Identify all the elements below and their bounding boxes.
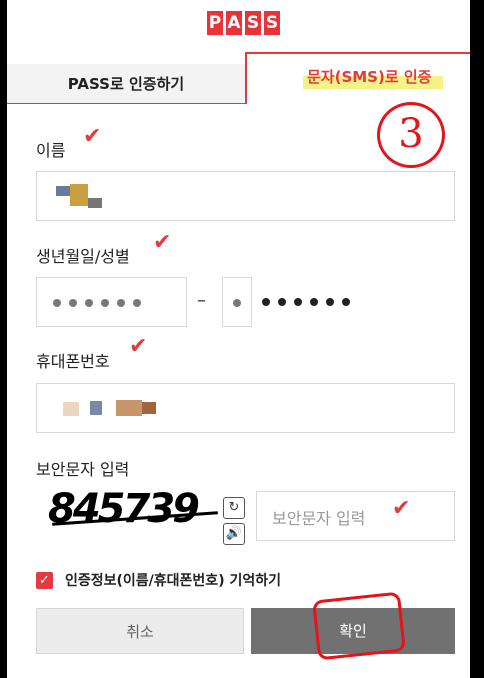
auth-tabs: PASS로 인증하기 문자(SMS)로 인증: [7, 52, 470, 104]
tab-sms-auth[interactable]: 문자(SMS)로 인증: [245, 52, 470, 104]
remember-label: 인증정보(이름/휴대폰번호) 기억하기: [65, 573, 281, 589]
annotation-step-number: 3: [377, 102, 445, 168]
captcha-placeholder: 보안문자 입력: [272, 509, 366, 528]
masked-dots: [233, 299, 241, 307]
remember-info[interactable]: ✓ 인증정보(이름/휴대폰번호) 기억하기: [36, 570, 281, 590]
logo-letter: S: [245, 11, 261, 35]
pass-logo: P A S S: [207, 11, 280, 35]
cancel-button[interactable]: 취소: [36, 608, 244, 654]
captcha-code: 845739: [48, 486, 200, 532]
captcha-image: 845739: [48, 486, 218, 544]
logo-letter: S: [264, 11, 280, 35]
tab-sms-auth-label: 문자(SMS)로 인증: [307, 68, 432, 86]
captcha-input[interactable]: 보안문자 입력: [256, 491, 455, 541]
logo-letter: P: [207, 11, 223, 35]
speaker-icon[interactable]: 🔊: [223, 523, 245, 545]
masked-text: [63, 402, 79, 416]
masked-dots: [53, 299, 141, 307]
checkmark-icon: ✔: [392, 496, 411, 521]
phone-input[interactable]: [36, 383, 455, 433]
masked-text: [116, 400, 142, 416]
birth-gender-label: 생년월일/성별: [36, 247, 130, 266]
masked-text: [56, 186, 70, 196]
masked-text: [142, 402, 156, 414]
pass-auth-window: P A S S PASS로 인증하기 문자(SMS)로 인증 3 이름 ✔ 생년…: [7, 0, 470, 678]
birth-date-input[interactable]: [36, 277, 187, 327]
checkmark-icon: ✔: [129, 334, 148, 359]
masked-text: [70, 184, 88, 206]
masked-text: [90, 401, 102, 415]
phone-label: 휴대폰번호: [36, 352, 110, 371]
remember-checkbox[interactable]: ✓: [36, 571, 53, 589]
masked-dots: [262, 298, 350, 306]
separator-dash: –: [197, 290, 206, 311]
name-label: 이름: [36, 141, 66, 160]
confirm-circle-annotation: [312, 591, 406, 661]
gender-digit-input[interactable]: [222, 277, 252, 327]
tab-pass-auth[interactable]: PASS로 인증하기: [7, 64, 245, 104]
captcha-label: 보안문자 입력: [36, 460, 130, 479]
logo-letter: A: [226, 11, 242, 35]
checkmark-icon: ✔: [83, 124, 102, 149]
name-input[interactable]: [36, 171, 455, 221]
masked-text: [88, 198, 102, 208]
refresh-icon[interactable]: ↻: [223, 497, 245, 519]
checkmark-icon: ✔: [153, 230, 172, 255]
